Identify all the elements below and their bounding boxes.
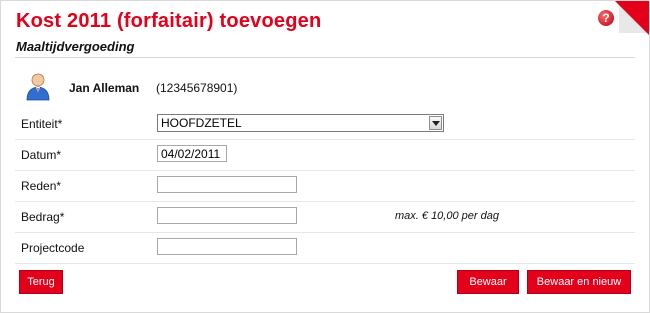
row-bedrag: Bedrag* max. € 10,00 per dag (15, 202, 635, 233)
user-id: (12345678901) (156, 81, 238, 95)
row-entiteit: Entiteit* HOOFDZETEL (15, 109, 635, 140)
save-and-new-button[interactable]: Bewaar en nieuw (527, 270, 631, 294)
row-projectcode: Projectcode (15, 233, 635, 264)
page-subtitle: Maaltijdvergoeding (16, 39, 135, 54)
projectcode-label: Projectcode (21, 241, 85, 255)
datum-label: Datum* (21, 148, 62, 162)
chevron-down-icon[interactable] (429, 116, 442, 130)
dialog-frame: Kost 2011 (forfaitair) toevoegen Maaltij… (0, 0, 650, 313)
row-datum: Datum* (15, 140, 635, 171)
user-name: Jan Alleman (69, 81, 140, 95)
help-icon[interactable]: ? (598, 10, 614, 26)
corner-decoration (615, 1, 649, 35)
page-title: Kost 2011 (forfaitair) toevoegen (16, 10, 322, 32)
bedrag-label: Bedrag* (21, 210, 65, 224)
bedrag-hint: max. € 10,00 per dag (395, 210, 499, 222)
user-icon (26, 73, 50, 101)
row-reden: Reden* (15, 171, 635, 202)
entiteit-selected-value: HOOFDZETEL (161, 116, 242, 130)
entiteit-label: Entiteit* (21, 117, 63, 131)
header-divider (15, 57, 635, 58)
bedrag-field[interactable] (157, 207, 297, 224)
projectcode-field[interactable] (157, 238, 297, 255)
reden-field[interactable] (157, 176, 297, 193)
user-info: Jan Alleman (12345678901) (15, 69, 635, 105)
datum-field[interactable] (157, 145, 227, 162)
back-button[interactable]: Terug (19, 270, 63, 294)
save-button[interactable]: Bewaar (457, 270, 519, 294)
reden-label: Reden* (21, 179, 62, 193)
entiteit-select[interactable]: HOOFDZETEL (157, 114, 444, 132)
